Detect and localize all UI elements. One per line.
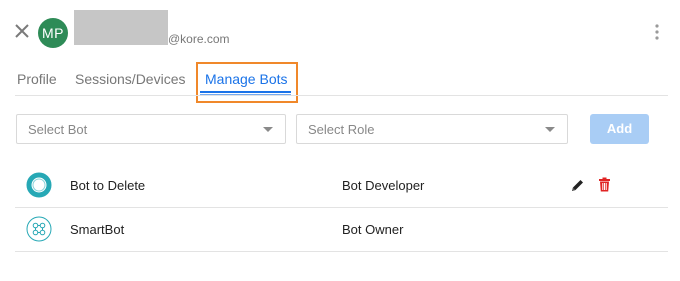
close-icon[interactable] — [12, 21, 32, 41]
email-redaction — [74, 10, 168, 45]
bot-role: Bot Owner — [342, 222, 404, 237]
select-role-dropdown[interactable]: Select Role — [296, 114, 568, 144]
user-email: @kore.com — [168, 32, 230, 46]
ring-bot-icon — [26, 172, 52, 198]
chevron-down-icon — [263, 127, 273, 132]
select-bot-dropdown[interactable]: Select Bot — [16, 114, 286, 144]
kebab-menu-icon[interactable] — [652, 23, 662, 41]
edit-icon[interactable] — [570, 178, 585, 193]
highlight-annotation — [196, 62, 298, 103]
smartbot-icon — [26, 216, 52, 242]
select-bot-placeholder: Select Bot — [28, 122, 88, 137]
tab-profile[interactable]: Profile — [17, 71, 57, 87]
add-button[interactable]: Add — [590, 114, 649, 144]
tabs-divider — [15, 95, 668, 96]
bot-name: SmartBot — [70, 222, 125, 237]
chevron-down-icon — [545, 127, 555, 132]
row-divider — [15, 251, 668, 252]
trash-icon[interactable] — [598, 177, 611, 192]
avatar: MP — [38, 18, 68, 48]
select-role-placeholder: Select Role — [308, 122, 375, 137]
bot-name: Bot to Delete — [70, 178, 146, 193]
bot-role: Bot Developer — [342, 178, 425, 193]
tab-sessions-devices[interactable]: Sessions/Devices — [75, 71, 186, 87]
row-divider — [15, 207, 668, 208]
